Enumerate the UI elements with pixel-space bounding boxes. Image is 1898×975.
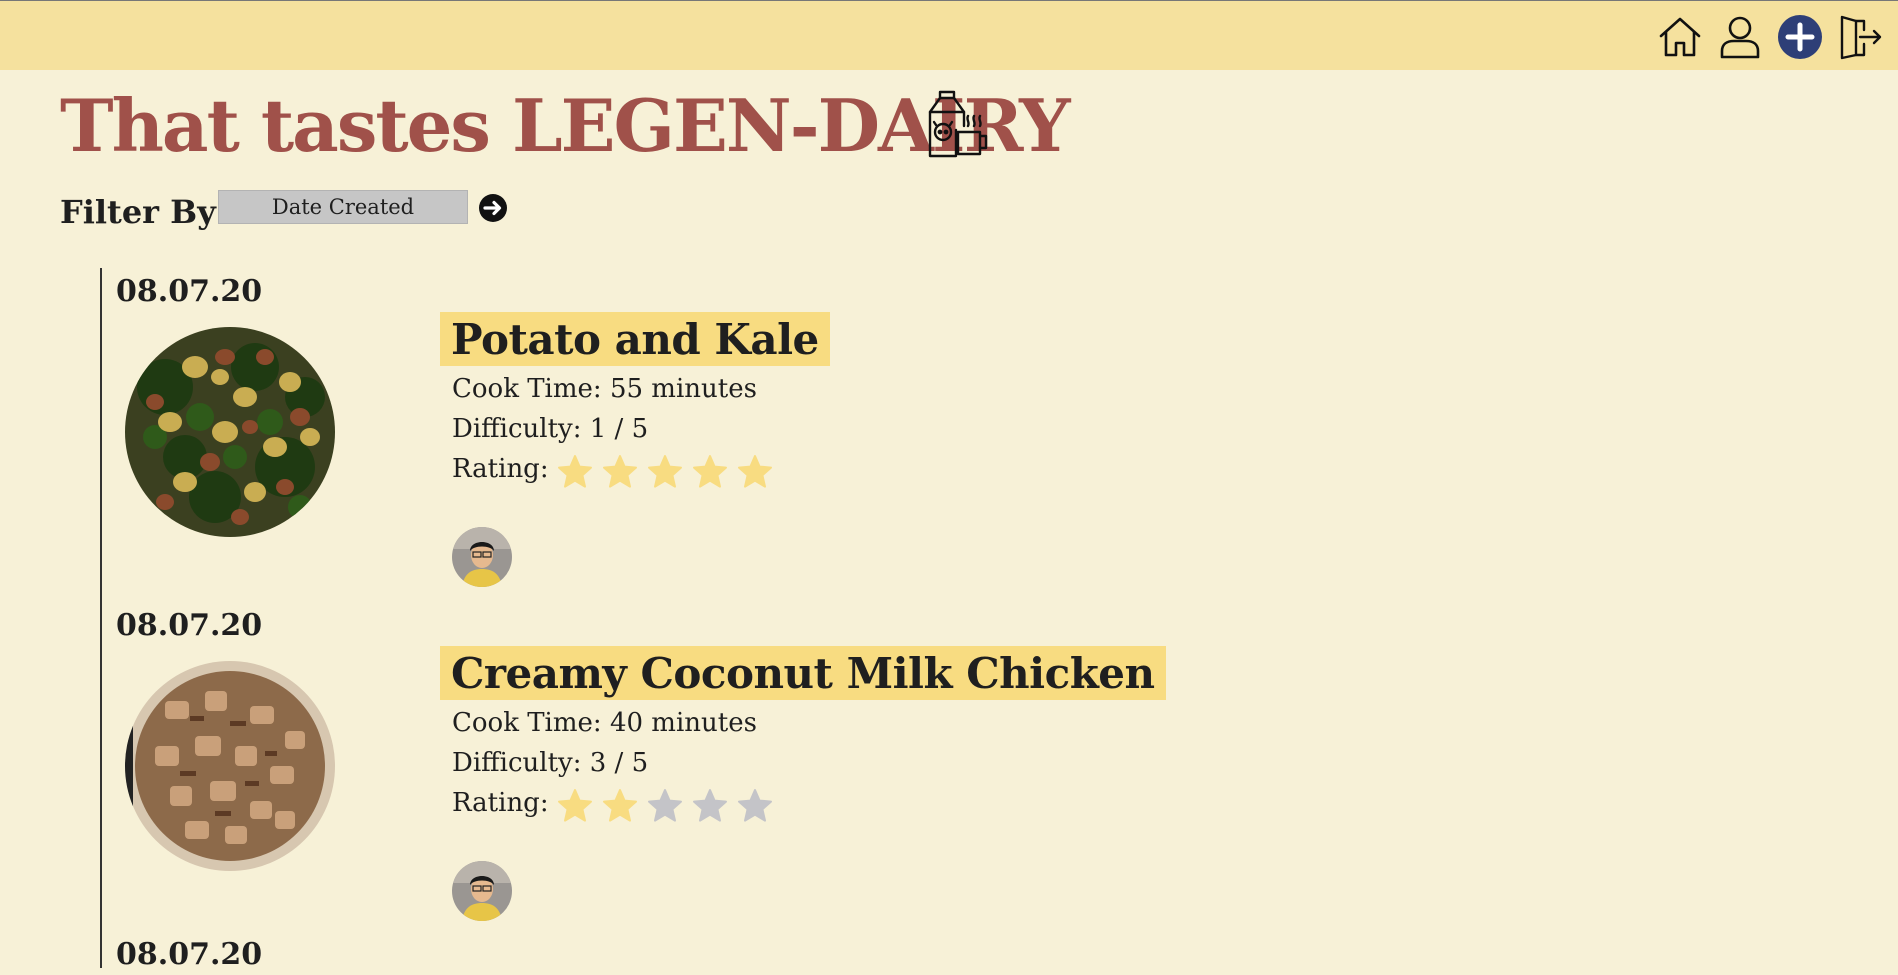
difficulty: Difficulty: 3 / 5 [452,748,649,778]
difficulty: Difficulty: 1 / 5 [452,414,649,444]
recipe-photo[interactable] [125,327,335,537]
cook-time: Cook Time: 55 minutes [452,374,757,404]
recipe-photo[interactable] [125,661,335,871]
recipe-title[interactable]: Creamy Coconut Milk Chicken [440,646,1166,700]
filter-label: Filter By [60,193,216,231]
logout-icon[interactable] [1836,13,1884,61]
rating-label: Rating: [452,788,549,818]
filter-select[interactable]: Date Created [218,190,468,224]
milk-carton-mug-icon [922,90,992,160]
top-navbar [0,0,1898,70]
entry-date: 08.07.20 [116,937,263,972]
avatar[interactable] [452,527,512,587]
star-empty-icon [692,788,728,824]
recipe-title[interactable]: Potato and Kale [440,312,830,366]
star-filled-icon [557,788,593,824]
home-icon[interactable] [1656,13,1704,61]
page-title: That tastes LEGEN-DAIRY [60,83,1071,168]
avatar[interactable] [452,861,512,921]
star-filled-icon [647,454,683,490]
star-empty-icon [647,788,683,824]
entry-date: 08.07.20 [116,274,263,309]
arrow-right-circle-icon[interactable] [478,193,508,223]
star-filled-icon [602,454,638,490]
rating-label: Rating: [452,454,549,484]
user-icon[interactable] [1716,13,1764,61]
star-empty-icon [737,788,773,824]
entry-date: 08.07.20 [116,608,263,643]
recipe-entry: 08.07.20 Potato and Kale Cook Time: 55 m… [0,272,1898,602]
cook-time: Cook Time: 40 minutes [452,708,757,738]
star-filled-icon [737,454,773,490]
add-icon[interactable] [1776,13,1824,61]
star-filled-icon [692,454,728,490]
star-filled-icon [557,454,593,490]
recipe-entry: 08.07.20 Creamy Coconut Milk Chicken Coo… [0,606,1898,936]
star-filled-icon [602,788,638,824]
